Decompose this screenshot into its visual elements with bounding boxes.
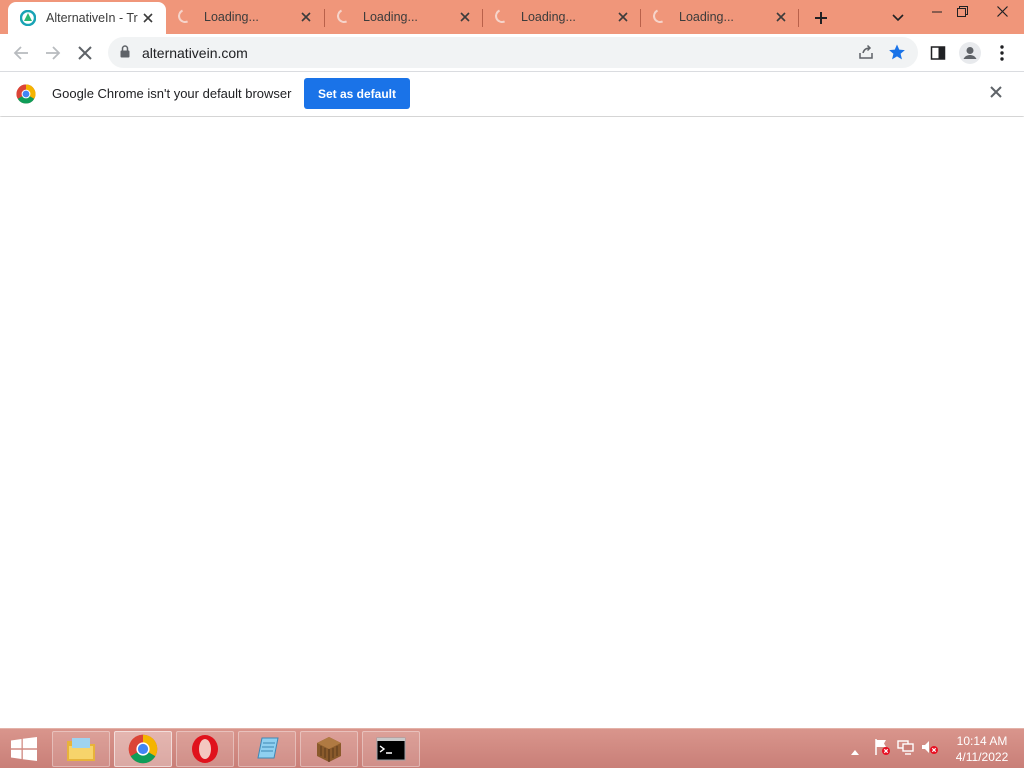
restore-icon xyxy=(956,5,968,17)
opera-icon xyxy=(192,735,218,763)
share-icon[interactable] xyxy=(858,44,874,65)
arrow-right-icon xyxy=(46,46,61,60)
taskbar-minecraft[interactable] xyxy=(300,731,358,767)
start-button[interactable] xyxy=(6,733,42,765)
tab-alternativein[interactable]: AlternativeIn - Tr xyxy=(8,2,166,34)
loading-spinner-icon xyxy=(176,7,194,25)
tab-title: Loading... xyxy=(363,10,418,24)
taskbar-cmd[interactable] xyxy=(362,731,420,767)
restore-button[interactable] xyxy=(946,0,978,22)
browser-toolbar: alternativein.com xyxy=(0,34,1024,71)
tab-title: AlternativeIn - Tr xyxy=(46,11,138,25)
forward-button[interactable] xyxy=(40,40,66,66)
taskbar-chrome[interactable] xyxy=(114,731,172,767)
taskbar: 10:14 AM 4/11/2022 xyxy=(0,728,1024,768)
chevron-down-icon xyxy=(892,14,904,22)
notepad-icon xyxy=(257,737,279,759)
tab-close-icon[interactable] xyxy=(615,9,631,25)
plus-icon xyxy=(815,12,827,24)
taskbar-opera[interactable] xyxy=(176,731,234,767)
chevron-up-icon xyxy=(851,750,859,755)
cmd-icon xyxy=(376,737,406,761)
tab-search-button[interactable] xyxy=(888,8,908,28)
file-explorer-icon xyxy=(67,738,95,761)
menu-button[interactable] xyxy=(990,41,1014,65)
system-clock[interactable]: 10:14 AM 4/11/2022 xyxy=(946,733,1018,765)
screen: AlternativeIn - Tr Loading... Loading...… xyxy=(0,0,1024,768)
tab-close-icon[interactable] xyxy=(298,9,314,25)
minecraft-icon xyxy=(317,737,341,762)
page-content[interactable] xyxy=(0,117,1024,728)
more-vertical-icon xyxy=(1000,45,1004,61)
set-as-default-button[interactable]: Set as default xyxy=(304,78,410,109)
stop-icon xyxy=(78,46,92,60)
loading-spinner-icon xyxy=(335,7,353,25)
tab-title: Loading... xyxy=(521,10,576,24)
side-panel-button[interactable] xyxy=(926,41,950,65)
minimize-icon xyxy=(932,11,942,13)
bookmark-star-icon[interactable] xyxy=(888,43,906,66)
url-text: alternativein.com xyxy=(142,45,248,61)
side-panel-icon xyxy=(930,46,946,60)
loading-spinner-icon xyxy=(651,7,669,25)
tab-separator xyxy=(798,9,799,27)
tab-loading-4[interactable]: Loading... xyxy=(641,0,799,34)
tab-close-icon[interactable] xyxy=(457,9,473,25)
loading-spinner-icon xyxy=(493,7,511,25)
infobar-message: Google Chrome isn't your default browser xyxy=(52,86,292,101)
new-tab-button[interactable] xyxy=(810,7,832,29)
taskbar-notepad[interactable] xyxy=(238,731,296,767)
volume-muted-icon[interactable] xyxy=(921,738,939,761)
tab-loading-3[interactable]: Loading... xyxy=(483,0,641,34)
windows-logo-icon xyxy=(11,737,37,761)
default-browser-infobar: Google Chrome isn't your default browser… xyxy=(0,71,1024,116)
address-bar[interactable]: alternativein.com xyxy=(108,37,918,68)
tab-title: Loading... xyxy=(204,10,259,24)
profile-button[interactable] xyxy=(958,41,982,65)
chrome-logo-icon xyxy=(16,84,36,109)
back-button[interactable] xyxy=(8,40,34,66)
stop-loading-button[interactable] xyxy=(72,40,98,66)
close-icon xyxy=(996,5,1008,17)
tab-strip: AlternativeIn - Tr Loading... Loading...… xyxy=(0,0,1024,34)
action-center-flag-icon[interactable] xyxy=(873,738,891,761)
lock-icon xyxy=(120,45,130,63)
infobar-close-icon[interactable] xyxy=(990,85,1002,103)
network-icon[interactable] xyxy=(897,738,915,761)
tab-close-icon[interactable] xyxy=(773,9,789,25)
tab-close-icon[interactable] xyxy=(140,10,156,26)
taskbar-file-explorer[interactable] xyxy=(52,731,110,767)
tab-title: Loading... xyxy=(679,10,734,24)
avatar-icon xyxy=(959,42,981,64)
chrome-icon xyxy=(128,734,158,764)
clock-time: 10:14 AM xyxy=(956,734,1008,748)
show-hidden-icons-button[interactable] xyxy=(850,743,860,761)
tab-loading-2[interactable]: Loading... xyxy=(325,0,483,34)
alternativein-favicon-icon xyxy=(19,9,37,27)
close-window-button[interactable] xyxy=(980,0,1024,22)
tab-loading-1[interactable]: Loading... xyxy=(166,0,324,34)
clock-date: 4/11/2022 xyxy=(955,750,1009,764)
arrow-left-icon xyxy=(13,46,28,60)
